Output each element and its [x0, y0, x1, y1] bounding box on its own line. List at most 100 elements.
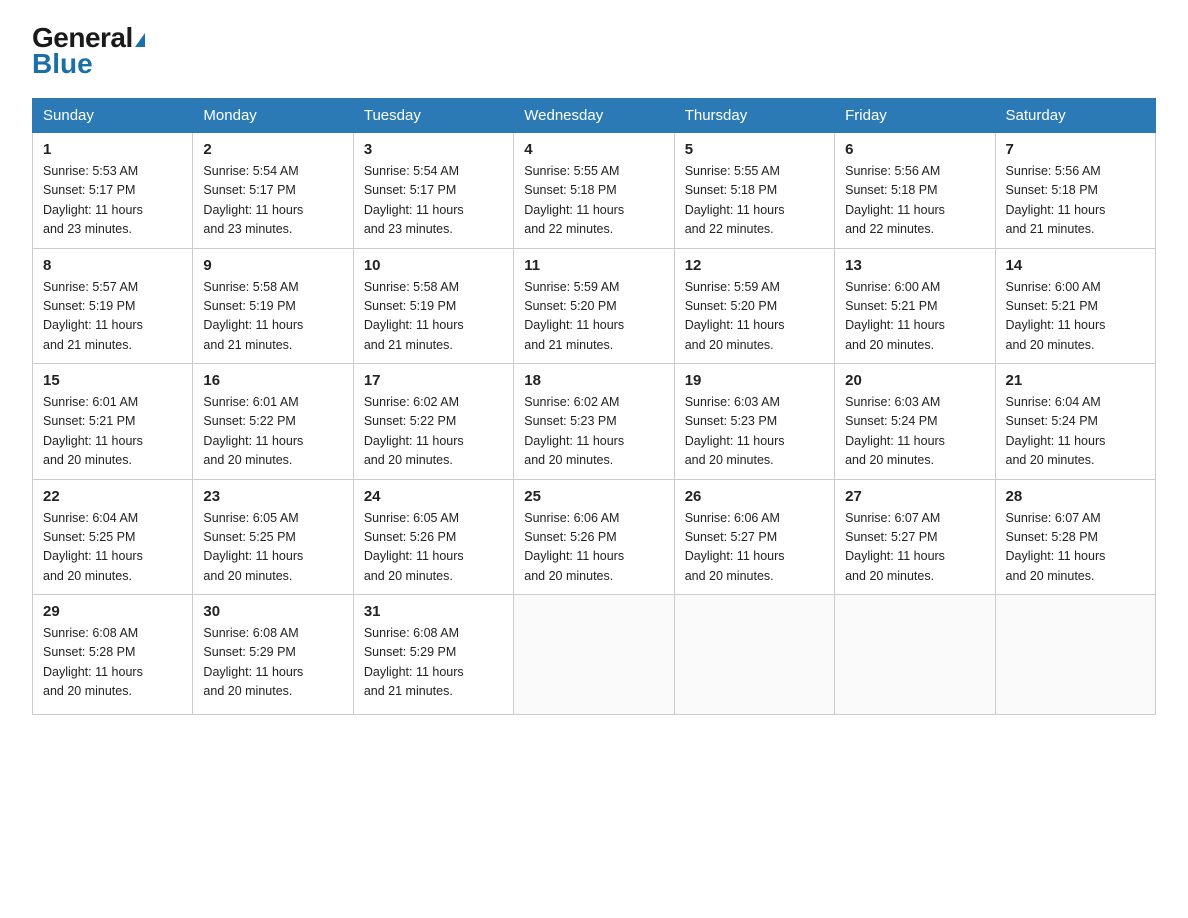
day-info: Sunrise: 5:53 AMSunset: 5:17 PMDaylight:… — [43, 162, 182, 240]
calendar-cell: 10 Sunrise: 5:58 AMSunset: 5:19 PMDayligh… — [353, 248, 513, 364]
header-sunday: Sunday — [33, 99, 193, 133]
day-info: Sunrise: 6:03 AMSunset: 5:23 PMDaylight:… — [685, 393, 824, 471]
day-number: 10 — [364, 257, 503, 274]
day-number: 25 — [524, 488, 663, 505]
day-number: 7 — [1006, 141, 1145, 158]
calendar-cell: 7 Sunrise: 5:56 AMSunset: 5:18 PMDaylight… — [995, 133, 1155, 249]
calendar-cell — [835, 595, 995, 715]
day-number: 23 — [203, 488, 342, 505]
calendar-cell: 11Sunrise: 5:59 AMSunset: 5:20 PMDayligh… — [514, 248, 674, 364]
day-info: Sunrise: 5:54 AMSunset: 5:17 PMDaylight:… — [203, 162, 342, 240]
day-number: 6 — [845, 141, 984, 158]
calendar-table: SundayMondayTuesdayWednesdayThursdayFrid… — [32, 98, 1156, 715]
day-number: 31 — [364, 603, 503, 620]
header-tuesday: Tuesday — [353, 99, 513, 133]
day-number: 2 — [203, 141, 342, 158]
calendar-cell: 5 Sunrise: 5:55 AMSunset: 5:18 PMDaylight… — [674, 133, 834, 249]
day-number: 20 — [845, 372, 984, 389]
day-info: Sunrise: 5:54 AMSunset: 5:17 PMDaylight:… — [364, 162, 503, 240]
calendar-cell: 4 Sunrise: 5:55 AMSunset: 5:18 PMDaylight… — [514, 133, 674, 249]
day-number: 8 — [43, 257, 182, 274]
day-number: 26 — [685, 488, 824, 505]
logo-triangle-icon — [135, 33, 145, 47]
calendar-cell: 1 Sunrise: 5:53 AMSunset: 5:17 PMDaylight… — [33, 133, 193, 249]
calendar-cell: 29 Sunrise: 6:08 AMSunset: 5:28 PMDayligh… — [33, 595, 193, 715]
calendar-cell: 8 Sunrise: 5:57 AMSunset: 5:19 PMDaylight… — [33, 248, 193, 364]
calendar-cell: 28 Sunrise: 6:07 AMSunset: 5:28 PMDayligh… — [995, 479, 1155, 595]
day-info: Sunrise: 5:55 AMSunset: 5:18 PMDaylight:… — [524, 162, 663, 240]
day-info: Sunrise: 5:57 AMSunset: 5:19 PMDaylight:… — [43, 278, 182, 356]
day-number: 3 — [364, 141, 503, 158]
day-info: Sunrise: 6:00 AMSunset: 5:21 PMDaylight:… — [1006, 278, 1145, 356]
day-info: Sunrise: 5:58 AMSunset: 5:19 PMDaylight:… — [364, 278, 503, 356]
logo-blue-text: Blue — [32, 50, 145, 78]
calendar-cell: 17 Sunrise: 6:02 AMSunset: 5:22 PMDayligh… — [353, 364, 513, 480]
day-number: 16 — [203, 372, 342, 389]
calendar-week-row: 29 Sunrise: 6:08 AMSunset: 5:28 PMDayligh… — [33, 595, 1156, 715]
day-info: Sunrise: 6:04 AMSunset: 5:25 PMDaylight:… — [43, 509, 182, 587]
calendar-cell: 20 Sunrise: 6:03 AMSunset: 5:24 PMDayligh… — [835, 364, 995, 480]
day-number: 19 — [685, 372, 824, 389]
logo: General Blue — [32, 24, 145, 78]
day-number: 14 — [1006, 257, 1145, 274]
day-info: Sunrise: 6:08 AMSunset: 5:28 PMDaylight:… — [43, 624, 182, 702]
day-info: Sunrise: 6:05 AMSunset: 5:25 PMDaylight:… — [203, 509, 342, 587]
calendar-cell: 6 Sunrise: 5:56 AMSunset: 5:18 PMDaylight… — [835, 133, 995, 249]
calendar-cell: 15 Sunrise: 6:01 AMSunset: 5:21 PMDayligh… — [33, 364, 193, 480]
day-info: Sunrise: 6:07 AMSunset: 5:28 PMDaylight:… — [1006, 509, 1145, 587]
calendar-week-row: 1 Sunrise: 5:53 AMSunset: 5:17 PMDaylight… — [33, 133, 1156, 249]
calendar-cell: 3 Sunrise: 5:54 AMSunset: 5:17 PMDaylight… — [353, 133, 513, 249]
calendar-cell: 14 Sunrise: 6:00 AMSunset: 5:21 PMDayligh… — [995, 248, 1155, 364]
day-info: Sunrise: 5:55 AMSunset: 5:18 PMDaylight:… — [685, 162, 824, 240]
calendar-cell: 22Sunrise: 6:04 AMSunset: 5:25 PMDayligh… — [33, 479, 193, 595]
page-header: General Blue — [32, 24, 1156, 78]
calendar-cell: 23 Sunrise: 6:05 AMSunset: 5:25 PMDayligh… — [193, 479, 353, 595]
calendar-cell — [674, 595, 834, 715]
day-number: 30 — [203, 603, 342, 620]
calendar-cell: 19 Sunrise: 6:03 AMSunset: 5:23 PMDayligh… — [674, 364, 834, 480]
calendar-cell: 21Sunrise: 6:04 AMSunset: 5:24 PMDayligh… — [995, 364, 1155, 480]
day-info: Sunrise: 6:03 AMSunset: 5:24 PMDaylight:… — [845, 393, 984, 471]
calendar-cell: 9 Sunrise: 5:58 AMSunset: 5:19 PMDaylight… — [193, 248, 353, 364]
day-number: 1 — [43, 141, 182, 158]
day-number: 24 — [364, 488, 503, 505]
day-info: Sunrise: 6:07 AMSunset: 5:27 PMDaylight:… — [845, 509, 984, 587]
day-number: 5 — [685, 141, 824, 158]
header-thursday: Thursday — [674, 99, 834, 133]
calendar-cell: 13Sunrise: 6:00 AMSunset: 5:21 PMDayligh… — [835, 248, 995, 364]
calendar-cell: 30Sunrise: 6:08 AMSunset: 5:29 PMDayligh… — [193, 595, 353, 715]
header-saturday: Saturday — [995, 99, 1155, 133]
calendar-week-row: 8 Sunrise: 5:57 AMSunset: 5:19 PMDaylight… — [33, 248, 1156, 364]
day-info: Sunrise: 6:00 AMSunset: 5:21 PMDaylight:… — [845, 278, 984, 356]
calendar-week-row: 15 Sunrise: 6:01 AMSunset: 5:21 PMDayligh… — [33, 364, 1156, 480]
day-info: Sunrise: 6:01 AMSunset: 5:21 PMDaylight:… — [43, 393, 182, 471]
calendar-cell — [995, 595, 1155, 715]
day-info: Sunrise: 5:56 AMSunset: 5:18 PMDaylight:… — [1006, 162, 1145, 240]
day-info: Sunrise: 5:56 AMSunset: 5:18 PMDaylight:… — [845, 162, 984, 240]
day-info: Sunrise: 6:04 AMSunset: 5:24 PMDaylight:… — [1006, 393, 1145, 471]
day-number: 28 — [1006, 488, 1145, 505]
calendar-cell: 26 Sunrise: 6:06 AMSunset: 5:27 PMDayligh… — [674, 479, 834, 595]
day-number: 18 — [524, 372, 663, 389]
header-friday: Friday — [835, 99, 995, 133]
day-number: 9 — [203, 257, 342, 274]
calendar-week-row: 22Sunrise: 6:04 AMSunset: 5:25 PMDayligh… — [33, 479, 1156, 595]
calendar-cell: 2 Sunrise: 5:54 AMSunset: 5:17 PMDaylight… — [193, 133, 353, 249]
day-info: Sunrise: 5:59 AMSunset: 5:20 PMDaylight:… — [685, 278, 824, 356]
day-number: 4 — [524, 141, 663, 158]
day-number: 11 — [524, 257, 663, 274]
calendar-cell — [514, 595, 674, 715]
header-monday: Monday — [193, 99, 353, 133]
day-info: Sunrise: 6:02 AMSunset: 5:22 PMDaylight:… — [364, 393, 503, 471]
day-info: Sunrise: 6:02 AMSunset: 5:23 PMDaylight:… — [524, 393, 663, 471]
day-number: 29 — [43, 603, 182, 620]
day-number: 17 — [364, 372, 503, 389]
header-wednesday: Wednesday — [514, 99, 674, 133]
day-info: Sunrise: 6:05 AMSunset: 5:26 PMDaylight:… — [364, 509, 503, 587]
calendar-cell: 31Sunrise: 6:08 AMSunset: 5:29 PMDayligh… — [353, 595, 513, 715]
day-info: Sunrise: 6:01 AMSunset: 5:22 PMDaylight:… — [203, 393, 342, 471]
calendar-cell: 18 Sunrise: 6:02 AMSunset: 5:23 PMDayligh… — [514, 364, 674, 480]
day-info: Sunrise: 6:06 AMSunset: 5:27 PMDaylight:… — [685, 509, 824, 587]
day-info: Sunrise: 5:58 AMSunset: 5:19 PMDaylight:… — [203, 278, 342, 356]
day-number: 15 — [43, 372, 182, 389]
